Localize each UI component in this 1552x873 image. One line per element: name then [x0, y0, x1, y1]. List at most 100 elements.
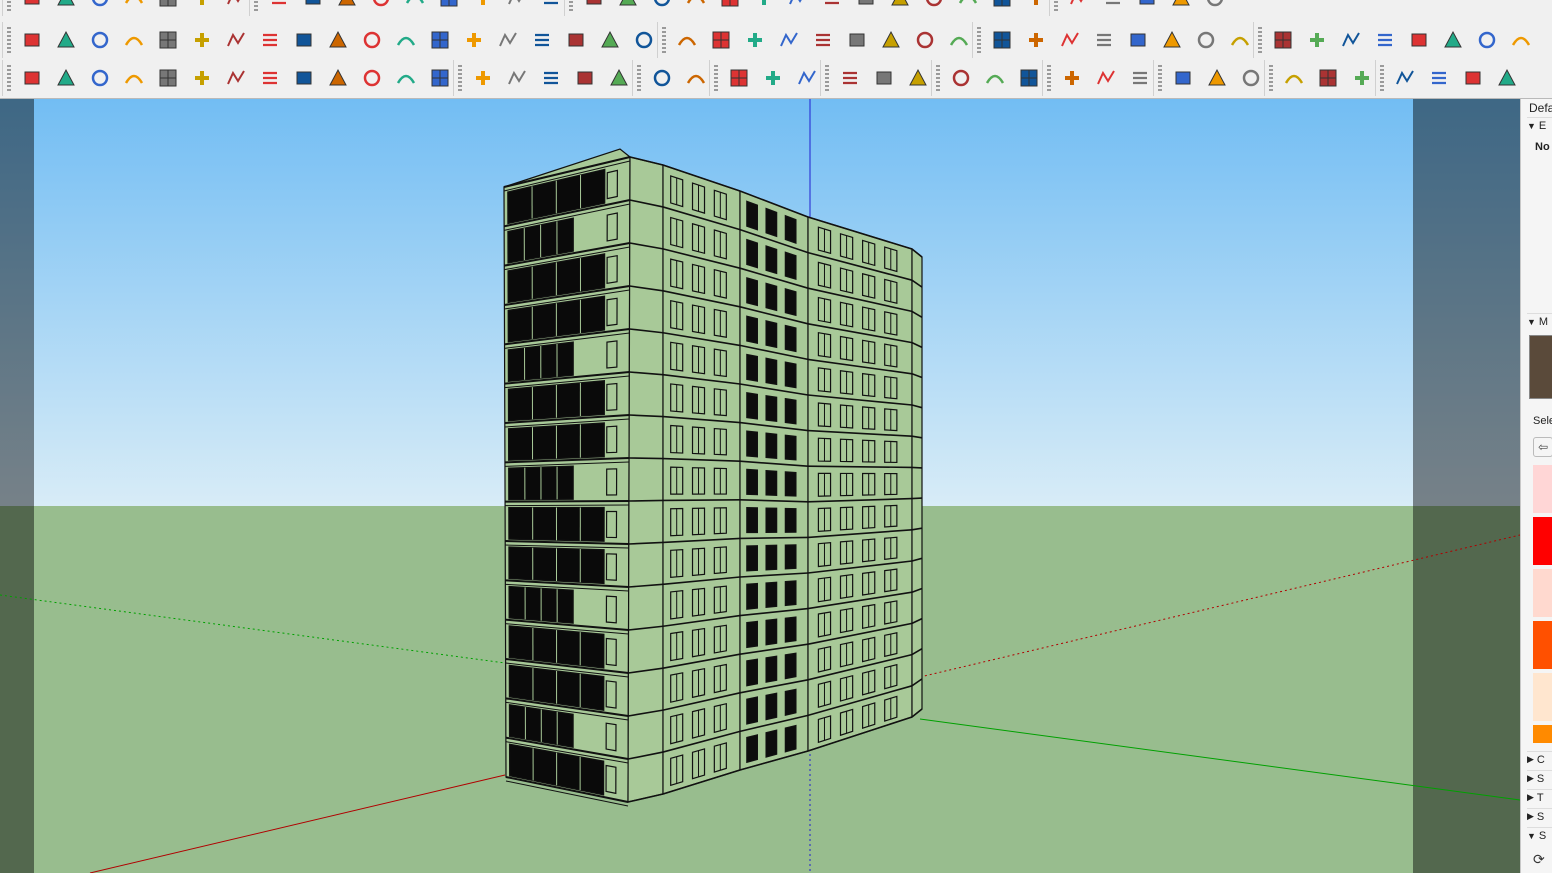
dimension-button[interactable] [298, 0, 328, 13]
beam-button[interactable] [681, 0, 711, 13]
column-button[interactable] [647, 0, 677, 13]
toolbar-grip[interactable] [1158, 65, 1162, 91]
tape-button[interactable] [187, 0, 217, 13]
stairs-button[interactable] [502, 0, 532, 13]
wrench-button[interactable] [536, 63, 566, 93]
component-button[interactable] [1132, 0, 1162, 13]
mountain-button[interactable] [1347, 63, 1377, 93]
blue-cross-button[interactable] [459, 25, 489, 55]
toolbar-grip[interactable] [714, 65, 718, 91]
move-button[interactable] [17, 0, 47, 13]
zoom-out-button[interactable] [792, 63, 822, 93]
undo-button[interactable] [774, 25, 804, 55]
smoove-button[interactable] [885, 0, 915, 13]
scale-balance-button[interactable] [1506, 25, 1536, 55]
fog-button[interactable] [1064, 0, 1094, 13]
polyline-button[interactable] [51, 63, 81, 93]
eraser-button[interactable] [1472, 25, 1502, 55]
sandbox-button[interactable] [400, 0, 430, 13]
stack-button[interactable] [51, 25, 81, 55]
tray-section[interactable]: ▶ T [1527, 789, 1552, 805]
shadow-button[interactable] [1021, 0, 1051, 13]
drawing-viewport[interactable] [0, 99, 1520, 873]
hatch-blue-button[interactable] [1057, 63, 1087, 93]
toolbar-grip[interactable] [637, 65, 641, 91]
scene-button[interactable] [987, 0, 1017, 13]
network-button[interactable] [1492, 63, 1522, 93]
circle-dots-button[interactable] [1191, 25, 1221, 55]
dash-remove-button[interactable] [1014, 63, 1044, 93]
gift-button[interactable] [808, 25, 838, 55]
toolbar-grip[interactable] [7, 65, 11, 91]
model-scene[interactable] [0, 99, 1520, 873]
layer-add-button[interactable] [681, 63, 711, 93]
screen-button[interactable] [1021, 25, 1051, 55]
wave-button[interactable] [119, 63, 149, 93]
color-swatch[interactable] [1533, 725, 1552, 743]
material-button[interactable] [1166, 0, 1196, 13]
hook-button[interactable] [357, 63, 387, 93]
bucket-button[interactable] [1370, 25, 1400, 55]
follow-me-button[interactable] [85, 0, 115, 13]
layer-button[interactable] [953, 0, 983, 13]
arc-small-button[interactable] [289, 63, 319, 93]
dash-add-button[interactable] [980, 63, 1010, 93]
freehand-button[interactable] [85, 63, 115, 93]
select-button[interactable] [724, 63, 754, 93]
color-swatch[interactable] [1533, 465, 1552, 513]
grid-orange-button[interactable] [1055, 25, 1085, 55]
toolbar-grip[interactable] [1054, 0, 1058, 11]
rotate-button[interactable] [51, 0, 81, 13]
grid-gold-button[interactable] [1123, 25, 1153, 55]
roof-button[interactable] [468, 0, 498, 13]
color-swatch[interactable] [1533, 621, 1552, 669]
refresh-icon[interactable]: ⟳ [1533, 851, 1545, 868]
loop-button[interactable] [672, 25, 702, 55]
hatch-red-button[interactable] [1125, 63, 1155, 93]
tray-section-entity-info[interactable]: ▼ E [1527, 117, 1552, 133]
measure-button[interactable] [1302, 25, 1332, 55]
box-button[interactable] [740, 25, 770, 55]
hatch-grid-button[interactable] [1091, 63, 1121, 93]
flip-button[interactable] [851, 0, 881, 13]
bend-button[interactable] [323, 25, 353, 55]
copy-button[interactable] [1424, 63, 1454, 93]
green-cross-button[interactable] [425, 25, 455, 55]
node-button[interactable] [357, 25, 387, 55]
tree-button[interactable] [527, 25, 557, 55]
spiral-button[interactable] [255, 63, 285, 93]
toolbar-grip[interactable] [254, 0, 258, 11]
tray-section[interactable]: ▶ S [1527, 808, 1552, 824]
polygon-button[interactable] [502, 63, 532, 93]
toolbar-grip[interactable] [458, 65, 462, 91]
warning-button[interactable] [561, 25, 591, 55]
offset-button[interactable] [119, 0, 149, 13]
drape-button[interactable] [817, 0, 847, 13]
toolbar-grip[interactable] [1258, 27, 1262, 53]
rows-remove-button[interactable] [903, 63, 933, 93]
toolbar-grip[interactable] [936, 65, 940, 91]
paint-roller-button[interactable] [1438, 25, 1468, 55]
tray-section[interactable]: ▶ S [1527, 770, 1552, 786]
import-button[interactable] [876, 25, 906, 55]
axes-button[interactable] [264, 0, 294, 13]
protractor-button[interactable] [221, 0, 251, 13]
window-diag-button[interactable] [1236, 63, 1266, 93]
hatch-button[interactable] [919, 0, 949, 13]
toolbar-grip[interactable] [977, 27, 981, 53]
toolbar-grip[interactable] [569, 0, 573, 11]
arc-button[interactable] [17, 63, 47, 93]
fill-button[interactable] [153, 25, 183, 55]
toolbar-grip[interactable] [1269, 65, 1273, 91]
rectangle-button[interactable] [221, 63, 251, 93]
text-button[interactable] [332, 0, 362, 13]
compass-button[interactable] [706, 25, 736, 55]
tray-section[interactable]: ▼ S [1527, 827, 1552, 843]
select-tab[interactable]: Sele [1533, 415, 1552, 427]
wood-button[interactable] [255, 25, 285, 55]
frame-button[interactable] [187, 25, 217, 55]
window-grid-button[interactable] [1168, 63, 1198, 93]
color-swatch[interactable] [1533, 517, 1552, 565]
scatter-button[interactable] [1157, 25, 1187, 55]
flag-button[interactable] [221, 25, 251, 55]
